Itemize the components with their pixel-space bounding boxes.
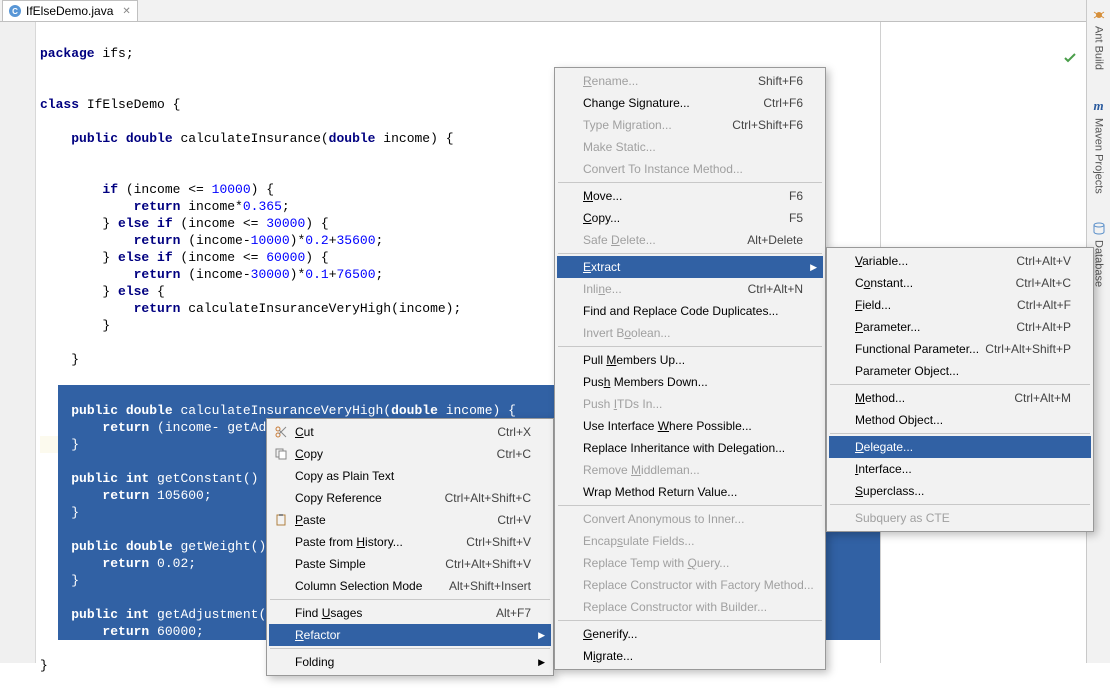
menu-extract-constant[interactable]: Constant...Ctrl+Alt+C: [829, 272, 1091, 294]
database-icon: [1092, 222, 1106, 236]
tab-label: IfElseDemo.java: [26, 4, 113, 18]
file-tab[interactable]: C IfElseDemo.java ✕: [2, 0, 138, 21]
ant-build-button[interactable]: Ant Build: [1092, 4, 1106, 74]
menu-folding[interactable]: Folding▶: [269, 651, 551, 673]
menu-remove-middleman[interactable]: Remove Middleman...: [557, 459, 823, 481]
menu-migrate[interactable]: Migrate...: [557, 645, 823, 667]
menu-wrap-return[interactable]: Wrap Method Return Value...: [557, 481, 823, 503]
menu-extract-superclass[interactable]: Superclass...: [829, 480, 1091, 502]
menu-refactor[interactable]: Refactor▶: [269, 624, 551, 646]
menu-extract-method[interactable]: Method...Ctrl+Alt+M: [829, 387, 1091, 409]
chevron-right-icon: ▶: [538, 630, 545, 641]
menu-replace-inheritance[interactable]: Replace Inheritance with Delegation...: [557, 437, 823, 459]
menu-find-usages[interactable]: Find UsagesAlt+F7: [269, 602, 551, 624]
menu-convert-anonymous[interactable]: Convert Anonymous to Inner...: [557, 508, 823, 530]
menu-pull-up[interactable]: Pull Members Up...: [557, 349, 823, 371]
menu-find-duplicates[interactable]: Find and Replace Code Duplicates...: [557, 300, 823, 322]
menu-extract-parameter-object[interactable]: Parameter Object...: [829, 360, 1091, 382]
copy-icon: [273, 446, 289, 462]
ant-icon: [1092, 8, 1106, 22]
menu-extract-subquery[interactable]: Subquery as CTE: [829, 507, 1091, 529]
context-menu: CutCtrl+X CopyCtrl+C Copy as Plain Text …: [266, 418, 554, 676]
menu-paste[interactable]: PasteCtrl+V: [269, 509, 551, 531]
menu-extract-parameter[interactable]: Parameter...Ctrl+Alt+P: [829, 316, 1091, 338]
menu-safe-delete[interactable]: Safe Delete...Alt+Delete: [557, 229, 823, 251]
menu-paste-simple[interactable]: Paste SimpleCtrl+Alt+Shift+V: [269, 553, 551, 575]
menu-extract-delegate[interactable]: Delegate...: [829, 436, 1091, 458]
chevron-right-icon: ▶: [810, 262, 817, 273]
extract-submenu: Variable...Ctrl+Alt+V Constant...Ctrl+Al…: [826, 247, 1094, 532]
menu-encapsulate[interactable]: Encapsulate Fields...: [557, 530, 823, 552]
menu-extract-functional-parameter[interactable]: Functional Parameter...Ctrl+Alt+Shift+P: [829, 338, 1091, 360]
menu-extract-field[interactable]: Field...Ctrl+Alt+F: [829, 294, 1091, 316]
menu-rename[interactable]: Rename...Shift+F6: [557, 70, 823, 92]
menu-use-interface[interactable]: Use Interface Where Possible...: [557, 415, 823, 437]
menu-extract[interactable]: Extract▶: [557, 256, 823, 278]
menu-convert-instance[interactable]: Convert To Instance Method...: [557, 158, 823, 180]
java-class-icon: C: [9, 5, 21, 17]
menu-inline[interactable]: Inline...Ctrl+Alt+N: [557, 278, 823, 300]
inspection-ok-icon: [1064, 52, 1076, 64]
menu-move[interactable]: Move...F6: [557, 185, 823, 207]
menu-extract-method-object[interactable]: Method Object...: [829, 409, 1091, 431]
menu-copy[interactable]: CopyCtrl+C: [269, 443, 551, 465]
paste-icon: [273, 512, 289, 528]
menu-invert-boolean[interactable]: Invert Boolean...: [557, 322, 823, 344]
menu-cut[interactable]: CutCtrl+X: [269, 421, 551, 443]
editor-tabbar: C IfElseDemo.java ✕: [0, 0, 1110, 22]
scissors-icon: [273, 424, 289, 440]
menu-copy-plain[interactable]: Copy as Plain Text: [269, 465, 551, 487]
menu-extract-variable[interactable]: Variable...Ctrl+Alt+V: [829, 250, 1091, 272]
maven-icon: m: [1093, 98, 1103, 114]
menu-replace-builder[interactable]: Replace Constructor with Builder...: [557, 596, 823, 618]
menu-extract-interface[interactable]: Interface...: [829, 458, 1091, 480]
menu-paste-history[interactable]: Paste from History...Ctrl+Shift+V: [269, 531, 551, 553]
maven-button[interactable]: m Maven Projects: [1093, 94, 1105, 198]
menu-replace-factory[interactable]: Replace Constructor with Factory Method.…: [557, 574, 823, 596]
close-icon[interactable]: ✕: [122, 6, 130, 17]
menu-copy-ref[interactable]: Copy ReferenceCtrl+Alt+Shift+C: [269, 487, 551, 509]
menu-push-down[interactable]: Push Members Down...: [557, 371, 823, 393]
gutter: [0, 22, 36, 663]
menu-push-itd[interactable]: Push ITDs In...: [557, 393, 823, 415]
refactor-submenu: Rename...Shift+F6 Change Signature...Ctr…: [554, 67, 826, 670]
menu-copy-refactor[interactable]: Copy...F5: [557, 207, 823, 229]
menu-type-migration[interactable]: Type Migration...Ctrl+Shift+F6: [557, 114, 823, 136]
menu-generify[interactable]: Generify...: [557, 623, 823, 645]
menu-replace-temp[interactable]: Replace Temp with Query...: [557, 552, 823, 574]
chevron-right-icon: ▶: [538, 657, 545, 668]
menu-make-static[interactable]: Make Static...: [557, 136, 823, 158]
menu-change-signature[interactable]: Change Signature...Ctrl+F6: [557, 92, 823, 114]
menu-column-selection[interactable]: Column Selection ModeAlt+Shift+Insert: [269, 575, 551, 597]
